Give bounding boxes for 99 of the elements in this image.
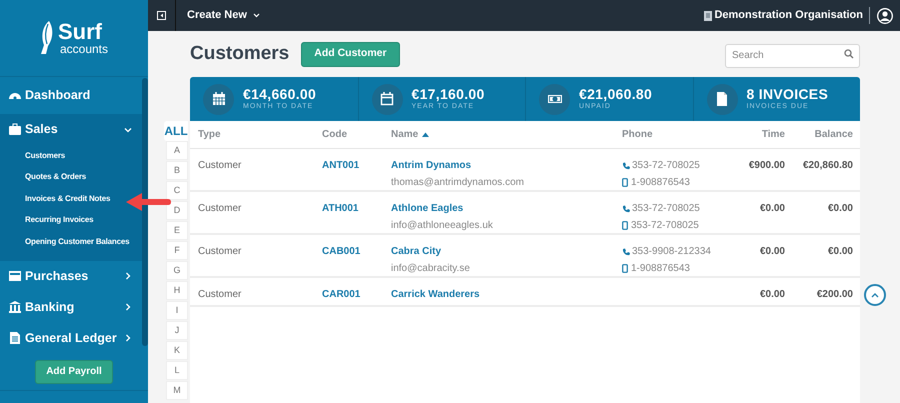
scroll-top-button[interactable] bbox=[864, 284, 886, 306]
search-field[interactable]: Search bbox=[725, 44, 860, 68]
table-cell-text: Customer bbox=[198, 245, 242, 259]
search-icon bbox=[844, 49, 854, 59]
table-cell-text: Customer bbox=[198, 202, 242, 216]
page-title: Customers bbox=[190, 42, 290, 66]
code-link[interactable]: ANT001 bbox=[322, 158, 391, 190]
letter-tab[interactable]: D bbox=[166, 201, 188, 220]
letter-tab[interactable]: B bbox=[166, 161, 188, 180]
phone-text: 353-72-708025 bbox=[632, 202, 700, 216]
letter-tab[interactable]: L bbox=[166, 361, 188, 380]
email-text: info@cabracity.se bbox=[391, 262, 470, 276]
sort-up-icon bbox=[422, 132, 430, 137]
stat-value: €14,660.00 bbox=[243, 86, 316, 103]
sidebar-subitem[interactable]: Recurring Invoices bbox=[25, 210, 94, 231]
letter-tab[interactable]: E bbox=[166, 221, 188, 240]
add-payroll-button[interactable]: Add Payroll bbox=[35, 360, 113, 384]
table-cell-text: €0.00 bbox=[826, 245, 853, 259]
arrow-annotation bbox=[126, 192, 172, 212]
stat-value: €17,160.00 bbox=[412, 86, 485, 103]
collapse-icon bbox=[157, 11, 166, 20]
column-header[interactable]: Name bbox=[391, 127, 622, 142]
chevron-right-icon bbox=[124, 303, 132, 311]
organisation-menu[interactable]: Demonstration Organisation bbox=[704, 7, 870, 24]
table-cell-text: €0.00 bbox=[758, 288, 785, 302]
letter-tab[interactable]: G bbox=[166, 261, 188, 280]
phone-icon bbox=[622, 204, 630, 212]
table-cell-text: Customer bbox=[198, 288, 242, 302]
mobile-icon bbox=[622, 221, 628, 230]
letter-tab[interactable]: C bbox=[166, 181, 188, 200]
table-cell-text: Customer bbox=[198, 159, 242, 173]
column-header[interactable]: Phone bbox=[622, 127, 732, 142]
table-cell-text: €900.00 bbox=[748, 159, 785, 173]
sidebar-item[interactable]: Dashboard bbox=[0, 77, 142, 114]
code-link[interactable]: ATH001 bbox=[322, 201, 391, 233]
briefcase-icon bbox=[8, 122, 22, 136]
create-new-menu[interactable]: Create New bbox=[187, 7, 260, 24]
phone-icon bbox=[622, 162, 630, 170]
chevron-right-icon bbox=[124, 334, 132, 342]
logo-title: Surf bbox=[58, 21, 103, 43]
phone-icon bbox=[622, 248, 630, 256]
email-text: info@athloneeagles.uk bbox=[391, 219, 493, 233]
chevron-down-icon bbox=[124, 126, 132, 134]
bank-icon bbox=[8, 300, 22, 314]
table-cell-text: €200.00 bbox=[816, 288, 853, 302]
scrollbar[interactable] bbox=[142, 78, 148, 346]
calendar-icon bbox=[379, 91, 395, 107]
column-header[interactable]: Code bbox=[322, 127, 391, 142]
sidebar-item[interactable]: Sales bbox=[0, 114, 142, 145]
sidebar-item[interactable]: General Ledger bbox=[0, 322, 142, 354]
column-header[interactable]: Type bbox=[198, 127, 322, 142]
letter-tab[interactable]: K bbox=[166, 341, 188, 360]
document-icon bbox=[8, 331, 22, 345]
customer-name-link[interactable]: Athlone Eagles bbox=[391, 201, 464, 216]
letter-tab[interactable]: M bbox=[166, 381, 188, 400]
card-icon bbox=[8, 269, 22, 283]
table-cell-text: €0.00 bbox=[826, 202, 853, 216]
letter-tab[interactable]: J bbox=[166, 321, 188, 340]
column-header[interactable]: Time bbox=[732, 127, 785, 142]
code-link[interactable]: CAR001 bbox=[322, 287, 391, 305]
customer-name-link[interactable]: Carrick Wanderers bbox=[391, 287, 480, 302]
logo-subtitle: accounts bbox=[58, 43, 108, 55]
chevron-right-icon bbox=[124, 272, 132, 280]
letter-tab[interactable]: F bbox=[166, 241, 188, 260]
mobile-icon bbox=[622, 264, 628, 273]
stat-value: €21,060.80 bbox=[579, 86, 652, 103]
avatar[interactable] bbox=[877, 8, 893, 24]
table-cell-text: €0.00 bbox=[758, 245, 785, 259]
customer-name-link[interactable]: Antrim Dynamos bbox=[391, 158, 472, 173]
chevron-up-icon bbox=[871, 292, 879, 298]
mobile-text: 1-908876543 bbox=[631, 176, 690, 190]
phone-text: 353-72-708025 bbox=[632, 159, 700, 173]
sidebar-subitem[interactable]: Opening Customer Balances bbox=[25, 231, 130, 252]
code-link[interactable]: CAB001 bbox=[322, 244, 391, 276]
letter-tab[interactable]: ALL bbox=[164, 121, 188, 141]
email-text: thomas@antrimdynamos.com bbox=[391, 176, 524, 190]
user-icon bbox=[877, 8, 893, 24]
mobile-icon bbox=[622, 178, 628, 187]
table-cell-text: €0.00 bbox=[758, 202, 785, 216]
letter-tab[interactable]: I bbox=[166, 301, 188, 320]
table-cell-text: €20,860.80 bbox=[802, 159, 853, 173]
mobile-text: 1-908876543 bbox=[631, 262, 690, 276]
stat-value: 8 INVOICES bbox=[746, 86, 828, 103]
customer-name-link[interactable]: Cabra City bbox=[391, 244, 442, 259]
sidebar-subitem[interactable]: Invoices & Credit Notes bbox=[25, 188, 110, 210]
add-customer-button[interactable]: Add Customer bbox=[301, 42, 400, 66]
letter-tab[interactable]: H bbox=[166, 281, 188, 300]
letter-tab[interactable]: A bbox=[166, 141, 188, 160]
column-header[interactable]: Balance bbox=[785, 127, 853, 142]
chevron-down-icon bbox=[252, 13, 260, 18]
mobile-text: 353-72-708025 bbox=[631, 219, 699, 233]
sidebar-item[interactable]: Purchases bbox=[0, 260, 142, 292]
building-icon bbox=[704, 10, 712, 20]
phone-text: 353-9908-212334 bbox=[632, 245, 711, 259]
document-icon bbox=[714, 91, 730, 107]
sidebar-subitem[interactable]: Quotes & Orders bbox=[25, 166, 86, 188]
sidebar-subitem[interactable]: Customers bbox=[25, 145, 65, 166]
calendar-grid-icon bbox=[210, 91, 226, 107]
sidebar-item[interactable]: Banking bbox=[0, 292, 142, 322]
